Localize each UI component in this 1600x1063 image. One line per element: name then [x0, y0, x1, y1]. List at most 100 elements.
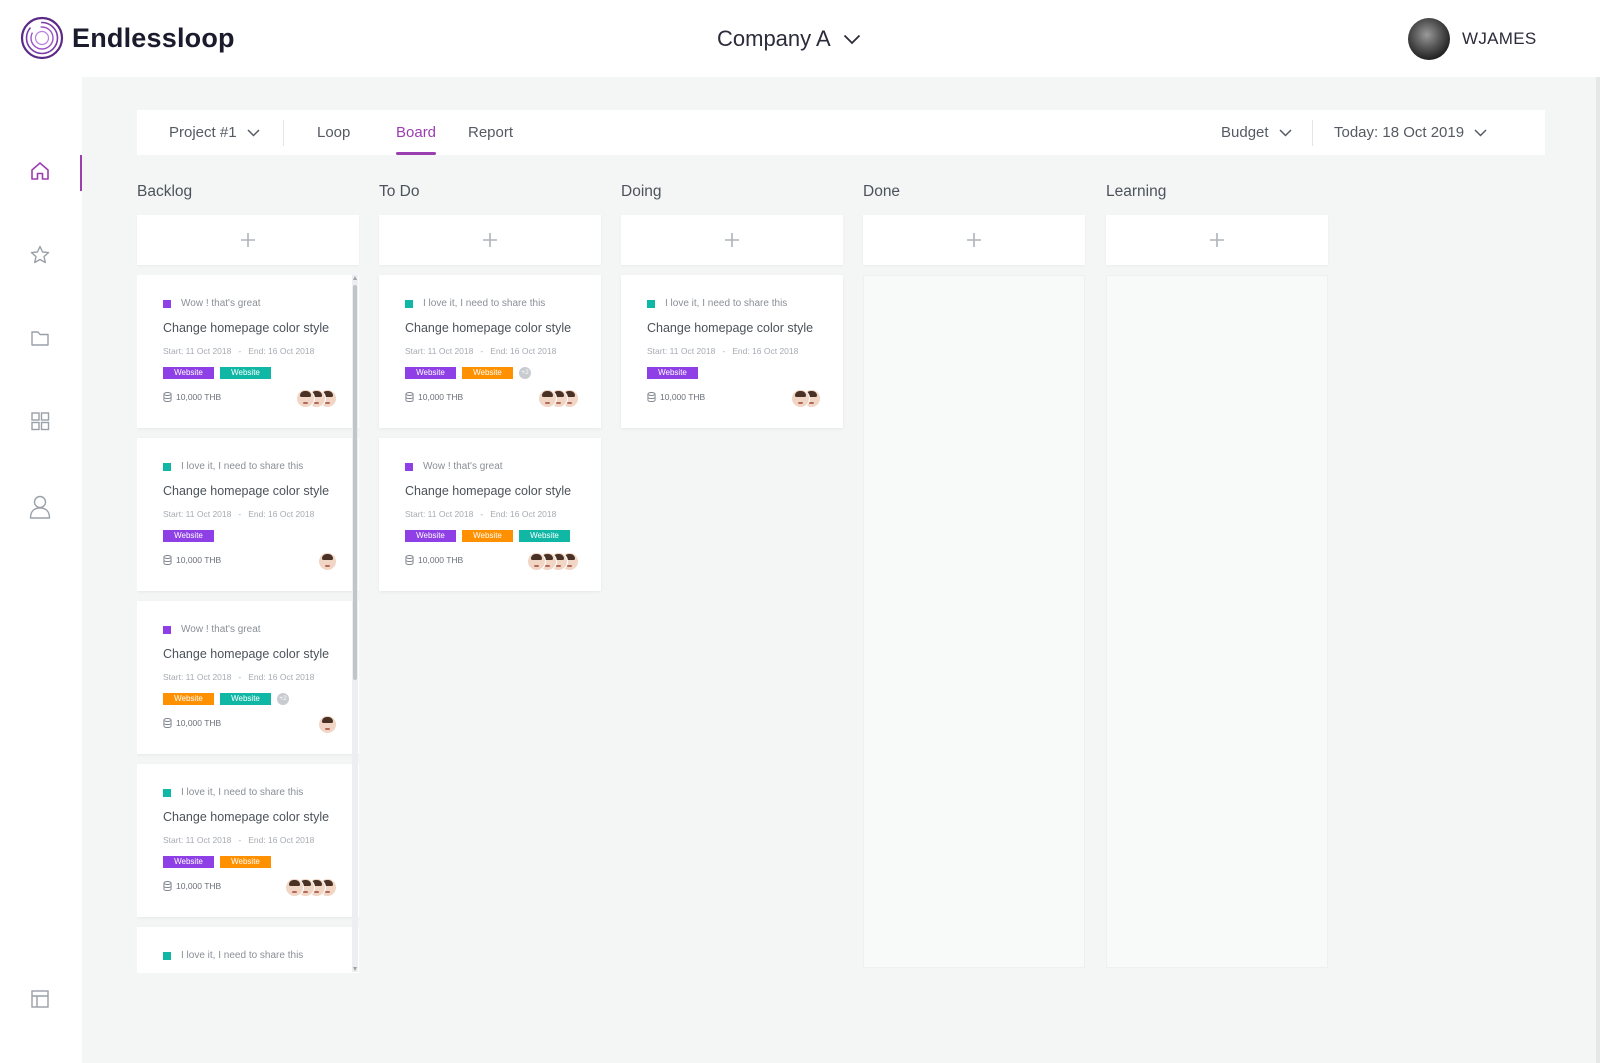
user-menu[interactable]: WJAMES — [1408, 18, 1537, 60]
active-tab-indicator — [396, 152, 437, 155]
task-card[interactable]: I love it, I need to share this Change h… — [137, 438, 359, 591]
column-empty-area — [863, 275, 1085, 968]
card-end-date: End: 16 Oct 2018 — [248, 346, 315, 356]
brand-name: Endlessloop — [72, 22, 235, 53]
card-assignees[interactable] — [318, 715, 337, 734]
task-card[interactable]: Wow ! that's great Change homepage color… — [137, 275, 359, 428]
column-cards: Wow ! that's great Change homepage color… — [137, 275, 359, 973]
scrollbar-thumb[interactable] — [353, 285, 357, 680]
plus-icon — [725, 233, 739, 247]
add-card-button[interactable] — [1106, 215, 1328, 265]
card-start-date: Start: 11 Oct 2018 — [405, 346, 474, 356]
add-card-button[interactable] — [621, 215, 843, 265]
more-tags-badge[interactable]: +2 — [277, 693, 289, 705]
task-card[interactable]: I love it, I need to share this Change h… — [137, 927, 359, 973]
home-icon[interactable] — [28, 159, 52, 183]
card-assignees[interactable] — [296, 389, 337, 408]
company-selector[interactable]: Company A — [717, 26, 861, 52]
scroll-up-icon[interactable] — [353, 276, 357, 280]
folder-icon[interactable] — [28, 326, 52, 350]
grid-icon[interactable] — [28, 409, 52, 433]
tab-report-label: Report — [468, 124, 514, 141]
brand-logo[interactable]: Endlessloop — [20, 16, 235, 60]
budget-selector[interactable]: Budget — [1221, 110, 1292, 155]
column-cards: I love it, I need to share this Change h… — [379, 275, 601, 591]
assignee-avatar — [527, 552, 546, 571]
tab-loop[interactable]: Loop — [317, 110, 350, 155]
add-card-button[interactable] — [863, 215, 1085, 265]
coins-icon — [647, 392, 656, 402]
project-name: Project #1 — [169, 124, 237, 141]
label-color-icon — [163, 788, 171, 797]
date-separator: - — [722, 346, 726, 356]
assignee-avatar — [318, 715, 337, 734]
project-selector[interactable]: Project #1 — [169, 110, 260, 155]
card-assignees[interactable] — [285, 878, 337, 897]
card-end-date: End: 16 Oct 2018 — [490, 509, 557, 519]
endlessloop-logo-icon — [20, 16, 64, 60]
task-card[interactable]: I love it, I need to share this Change h… — [379, 275, 601, 428]
task-card[interactable]: Wow ! that's great Change homepage color… — [137, 601, 359, 754]
tag-badge: Website — [462, 367, 513, 379]
card-note-text: I love it, I need to share this — [181, 787, 304, 798]
tag-badge: Website — [405, 530, 456, 542]
chevron-down-icon — [1474, 128, 1487, 137]
card-note: I love it, I need to share this — [405, 298, 545, 309]
date-separator: - — [238, 672, 242, 682]
column-title: Done — [863, 183, 901, 200]
card-start-date: Start: 11 Oct 2018 — [163, 672, 232, 682]
card-end-date: End: 16 Oct 2018 — [248, 509, 315, 519]
assignee-avatar — [318, 552, 337, 571]
tag-badge: Website — [405, 367, 456, 379]
card-note: I love it, I need to share this — [163, 461, 303, 472]
date-selector[interactable]: Today: 18 Oct 2019 — [1334, 110, 1487, 155]
more-tags-badge[interactable]: +2 — [519, 367, 531, 379]
star-icon[interactable] — [28, 243, 52, 267]
tab-report[interactable]: Report — [468, 110, 513, 155]
card-start-date: Start: 11 Oct 2018 — [163, 835, 232, 845]
card-budget: 10,000 THB — [405, 392, 463, 402]
card-budget-value: 10,000 THB — [176, 881, 222, 891]
chevron-down-icon — [1279, 128, 1292, 137]
page-scrollbar[interactable] — [1596, 77, 1600, 1063]
label-color-icon — [163, 462, 171, 471]
add-card-button[interactable] — [379, 215, 601, 265]
card-budget-value: 10,000 THB — [176, 555, 222, 565]
card-assignees[interactable] — [527, 552, 579, 571]
card-end-date: End: 16 Oct 2018 — [490, 346, 557, 356]
task-card[interactable]: I love it, I need to share this Change h… — [621, 275, 843, 428]
card-budget-value: 10,000 THB — [418, 392, 464, 402]
backlog-scrollbar[interactable] — [352, 275, 358, 972]
top-header: Endlessloop Company A WJAMES — [0, 0, 1600, 77]
task-card[interactable]: Wow ! that's great Change homepage color… — [379, 438, 601, 591]
card-tags: Website Website — [163, 367, 277, 379]
card-budget-value: 10,000 THB — [418, 555, 464, 565]
card-title: Change homepage color style — [647, 321, 814, 335]
card-assignees[interactable] — [318, 552, 337, 571]
tag-badge: Website — [519, 530, 570, 542]
card-budget: 10,000 THB — [163, 718, 221, 728]
task-card[interactable]: I love it, I need to share this Change h… — [137, 764, 359, 917]
board-area: Project #1 Loop Board Report Budget Toda… — [82, 77, 1600, 1063]
card-tags: Website — [647, 367, 704, 379]
toolbar-divider — [1312, 120, 1313, 146]
card-note: Wow ! that's great — [163, 298, 261, 309]
user-name: WJAMES — [1462, 29, 1537, 48]
card-dates: Start: 11 Oct 2018- End: 16 Oct 2018 — [163, 509, 314, 519]
add-card-button[interactable] — [137, 215, 359, 265]
tab-board[interactable]: Board — [396, 110, 437, 155]
coins-icon — [163, 392, 172, 402]
card-assignees[interactable] — [791, 389, 821, 408]
card-assignees[interactable] — [538, 389, 579, 408]
user-icon[interactable] — [28, 495, 52, 519]
plus-icon — [1210, 233, 1224, 247]
tag-badge: Website — [163, 530, 214, 542]
coins-icon — [405, 555, 414, 565]
card-tags: Website — [163, 530, 220, 542]
card-budget-value: 10,000 THB — [176, 718, 222, 728]
scroll-down-icon[interactable] — [353, 967, 357, 971]
layout-icon[interactable] — [28, 987, 52, 1011]
card-tags: Website Website — [163, 856, 277, 868]
column-title: Doing — [621, 183, 662, 200]
card-note-text: Wow ! that's great — [181, 624, 261, 635]
